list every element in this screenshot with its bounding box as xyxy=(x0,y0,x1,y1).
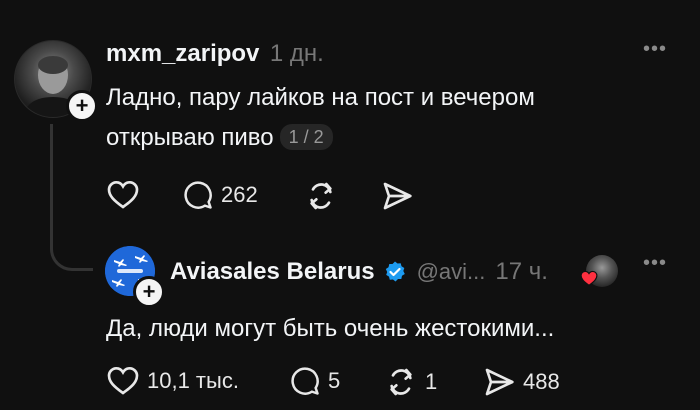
handle[interactable]: @avi... xyxy=(417,259,486,285)
follow-plus-button[interactable]: + xyxy=(133,276,165,308)
heart-icon xyxy=(107,180,139,209)
share-button[interactable]: 488 xyxy=(483,366,560,398)
comment-count: 262 xyxy=(221,182,258,207)
post-text: Да, люди могут быть очень жестокими... xyxy=(106,315,555,342)
send-icon xyxy=(383,182,412,210)
comment-icon xyxy=(291,367,319,395)
follow-plus-button[interactable]: + xyxy=(66,90,98,122)
post-time: 1 дн. xyxy=(269,40,324,67)
more-options-icon[interactable]: ••• xyxy=(643,252,667,275)
thread-connector xyxy=(50,240,93,271)
like-button[interactable] xyxy=(107,180,139,210)
comment-button[interactable]: 262 xyxy=(183,180,258,210)
more-options-icon[interactable]: ••• xyxy=(643,38,667,61)
repost-button[interactable] xyxy=(305,180,337,212)
verified-badge-icon xyxy=(385,261,405,282)
comment-button[interactable]: 5 xyxy=(290,366,340,396)
repost-button[interactable]: 1 xyxy=(385,366,437,398)
repost-icon xyxy=(390,368,412,396)
share-count: 488 xyxy=(523,369,560,394)
send-icon xyxy=(485,368,514,396)
username[interactable]: mxm_zaripov xyxy=(106,40,259,67)
thread-line xyxy=(50,124,53,249)
page-indicator: 1 / 2 xyxy=(279,124,333,150)
repost-count: 1 xyxy=(425,369,438,394)
post-time: 17 ч. xyxy=(495,258,548,285)
heart-icon xyxy=(580,270,598,286)
like-count: 10,1 тыс. xyxy=(147,368,239,393)
username[interactable]: Aviasales Belarus xyxy=(170,258,375,286)
repost-icon xyxy=(310,182,332,210)
like-button[interactable]: 10,1 тыс. xyxy=(107,366,239,396)
share-button[interactable] xyxy=(381,180,413,212)
comment-icon xyxy=(184,181,212,209)
comment-count: 5 xyxy=(328,368,341,393)
heart-icon xyxy=(107,366,139,395)
post-text: Ладно, пару лайков на пост и вечером отк… xyxy=(106,78,646,158)
